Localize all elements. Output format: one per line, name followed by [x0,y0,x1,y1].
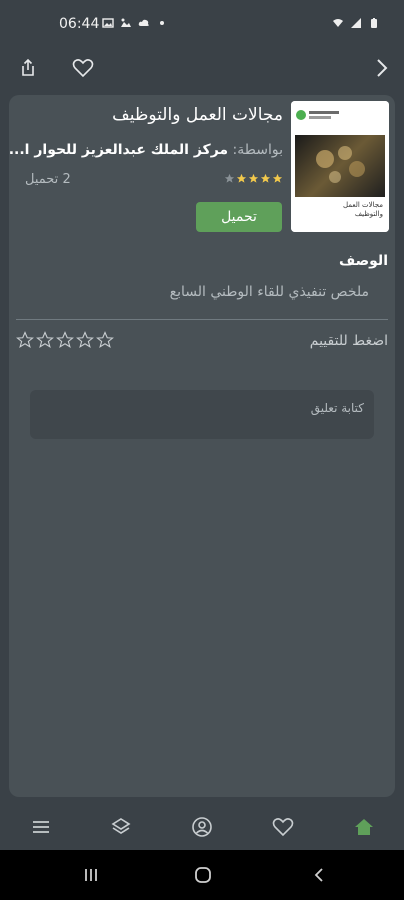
star-filled-icon [248,173,259,183]
heart-icon[interactable] [71,56,95,80]
star-empty-icon [224,173,235,183]
profile-icon[interactable] [190,815,214,839]
menu-icon[interactable] [29,815,53,839]
star-outline-icon[interactable] [56,331,74,349]
signal-icon [351,18,361,28]
wifi-icon [333,19,343,27]
status-bar: 06:44 [0,0,404,48]
bottom-tab-bar [0,805,404,850]
status-icons-right [332,17,380,29]
book-cover[interactable]: مجالات العمل والتوظيف [291,101,389,232]
system-navigation-bar [0,850,404,900]
star-filled-icon [236,173,247,183]
home-icon[interactable] [352,815,376,839]
battery-icon [371,18,377,28]
author-name[interactable]: مركز الملك عبدالعزيز للحوار ا... [9,142,228,158]
author-prefix: بواسطة: [232,142,283,158]
download-button[interactable]: تحميل [196,202,282,232]
star-outline-icon[interactable] [16,331,34,349]
star-filled-icon [272,173,283,183]
dot-icon [160,21,164,25]
rating-input[interactable] [16,331,114,349]
book-title: مجالات العمل والتوظيف [112,105,283,125]
cover-image [295,135,385,197]
layers-icon[interactable] [109,815,133,839]
recent-apps-icon[interactable] [82,866,100,884]
comment-placeholder: كتابة تعليق [310,401,364,415]
status-icons-left [102,17,168,29]
cloud-icon [138,19,149,26]
book-rating [224,173,283,184]
gallery-icon [102,18,114,28]
heart-icon[interactable] [271,815,295,839]
divider [16,319,388,320]
star-outline-icon[interactable] [96,331,114,349]
share-icon[interactable] [16,56,40,80]
home-button-icon[interactable] [194,866,212,884]
description-text: ملخص تنفيذي للقاء الوطني السابع [169,284,369,300]
status-time: 06:44 [59,16,100,32]
author-row: بواسطة: مركز الملك عبدالعزيز للحوار ا... [9,142,283,158]
cover-title: مجالات العمل والتوظيف [342,201,383,218]
chevron-right-icon[interactable] [370,56,394,80]
rate-label: اضغط للتقييم [309,333,388,349]
star-outline-icon[interactable] [76,331,94,349]
image-icon [121,18,131,27]
publisher-logo [296,110,339,120]
comment-input[interactable]: كتابة تعليق [30,390,374,439]
top-action-bar [0,48,404,88]
book-card: مجالات العمل والتوظيف مجالات العمل والتو… [9,95,395,797]
download-count: 2 تحميل [25,172,71,187]
cover-header [291,101,389,135]
description-heading: الوصف [338,253,388,269]
star-filled-icon [260,173,271,183]
star-outline-icon[interactable] [36,331,54,349]
back-icon[interactable] [310,866,328,884]
